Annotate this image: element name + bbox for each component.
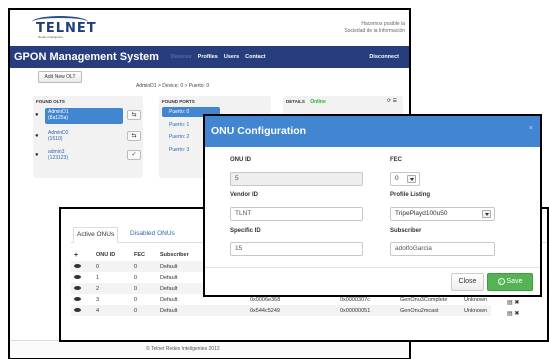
cell-onu-id: 1	[96, 274, 100, 281]
header: TELNET Redes Inteligentes Hacemos posibl…	[10, 10, 409, 46]
save-button[interactable]: ✓ Save	[487, 273, 533, 291]
tab-disabled-onus[interactable]: Disabled ONUs	[127, 227, 178, 243]
nav-contact[interactable]: Contact	[245, 54, 265, 60]
add-olt-button[interactable]: Add New OLT	[38, 71, 82, 83]
cell-fec: 0	[134, 296, 138, 303]
olt-item[interactable]: admin3 (123123)	[45, 148, 123, 164]
chevron-down-icon	[407, 175, 416, 183]
disconnect-link[interactable]: Disconnect	[369, 54, 399, 60]
online-status: Online	[310, 99, 326, 105]
specific-id-label: Specific ID	[230, 228, 261, 234]
olt-row[interactable]: ● admin3 (123123) ✓	[33, 146, 143, 166]
check-circle-icon: ✓	[497, 278, 505, 285]
nav-users[interactable]: Users	[224, 54, 239, 60]
specific-id-field[interactable]: 15	[230, 242, 363, 256]
onu-id-label: ONU ID	[230, 157, 251, 163]
profile-listing-label: Profile Listing	[390, 192, 431, 198]
save-button-label: Save	[506, 278, 523, 285]
close-button[interactable]: Close	[451, 273, 484, 291]
close-icon[interactable]: ×	[529, 125, 533, 132]
table-row[interactable]: 4 0 Default 0x544c5249 0x00000051 GenOnu…	[71, 305, 491, 316]
details-title: DETAILS	[286, 99, 305, 104]
cell-fec: 0	[131, 305, 157, 316]
eye-icon[interactable]: ●	[35, 112, 39, 118]
olt-item[interactable]: AdminD2 (1510)	[45, 129, 123, 145]
onu-configuration-modal: ONU Configuration × ONU ID 5 FEC 0 Vendo…	[203, 114, 542, 297]
footer-text: © Telnet Redes Inteligentes 2012	[146, 346, 220, 352]
olt-id: (1510)	[48, 136, 63, 142]
chevron-down-icon	[482, 210, 491, 218]
header-tagline-line2: Sociedad de la Información	[344, 28, 405, 34]
link-icon[interactable]: ⇆	[127, 110, 141, 120]
found-olts-title: FOUND OLTS	[36, 99, 65, 104]
cell-fec: 0	[131, 283, 157, 294]
subscriber-label: Subscriber	[390, 228, 422, 234]
eye-icon[interactable]	[74, 297, 81, 302]
edit-icon[interactable]: ▤	[507, 300, 513, 306]
cell-vendor-specific: 0x00000051	[337, 305, 397, 316]
cell-subscriber: Default	[157, 305, 247, 316]
refresh-icon[interactable]: ⟳	[387, 98, 391, 104]
subscriber-field[interactable]: adolfoGarcia	[390, 242, 495, 256]
check-icon[interactable]: ✓	[127, 150, 141, 160]
fec-select[interactable]: 0	[390, 172, 420, 186]
nav-profiles[interactable]: Profiles	[198, 54, 218, 60]
eye-icon[interactable]: ●	[35, 133, 39, 139]
row-actions: ▤ ✖	[507, 310, 519, 317]
modal-header: ONU Configuration ×	[205, 116, 540, 147]
olt-row[interactable]: ● AdminD2 (1510) ⇆	[33, 127, 143, 147]
delete-icon[interactable]: ✖	[514, 300, 519, 306]
fec-label: FEC	[390, 157, 402, 163]
cell-onu-id: 0	[93, 261, 131, 272]
header-tagline-line1: Hacemos posible la	[361, 21, 405, 27]
app-title: GPON Management System	[14, 51, 159, 63]
nav-devices[interactable]: Devices	[171, 54, 192, 60]
cell-state: Unknown	[461, 305, 491, 316]
eye-icon[interactable]	[74, 286, 81, 291]
onu-id-field[interactable]: 5	[230, 172, 363, 186]
edit-icon[interactable]: ▤	[507, 311, 513, 317]
eye-icon[interactable]	[74, 308, 81, 313]
add-column-icon[interactable]: +	[71, 249, 93, 261]
olt-row[interactable]: ● AdminD1 (8a125a) ⇆	[33, 106, 143, 126]
footer: © Telnet Redes Inteligentes 2012	[10, 340, 409, 358]
eye-icon[interactable]	[74, 264, 81, 269]
link-icon[interactable]: ⇆	[127, 131, 141, 141]
logo-tagline: Redes Inteligentes	[38, 35, 63, 39]
header-tagline: Hacemos posible la Sociedad de la Inform…	[344, 21, 405, 35]
cell-fec: 0	[134, 274, 138, 281]
breadcrumb: AdminD1 > Device: 0 > Puerto: 0	[136, 83, 210, 89]
profile-listing-value: TripePlayd100u50	[395, 210, 448, 217]
profile-listing-select[interactable]: TripePlayd100u50	[390, 207, 495, 221]
details-actions: ⟳ ☰	[387, 98, 397, 104]
found-ports-title: FOUND PORTS	[162, 99, 195, 104]
fec-select-value: 0	[395, 175, 399, 182]
cell-profile: GenOnu2mcast	[397, 305, 461, 316]
column-fec: FEC	[134, 252, 145, 258]
delete-icon[interactable]: ✖	[514, 311, 519, 317]
eye-icon[interactable]	[74, 275, 81, 280]
column-onu-id: ONU ID	[96, 252, 116, 258]
modal-divider	[205, 267, 540, 268]
logo-text: TELNET	[36, 21, 97, 36]
row-actions: ▤ ✖	[507, 299, 519, 306]
cell-onu-id: 2	[93, 283, 131, 294]
cell-serial: 0x544c5249	[247, 305, 337, 316]
vendor-id-field[interactable]: TLNT	[230, 207, 363, 221]
olt-item[interactable]: AdminD1 (8a125a)	[45, 108, 123, 124]
list-icon[interactable]: ☰	[393, 98, 397, 104]
eye-icon[interactable]: ●	[35, 152, 39, 158]
cell-fec: 0	[131, 261, 157, 272]
tab-active-onus[interactable]: Active ONUs	[73, 227, 119, 243]
cell-onu-id: 3	[96, 296, 100, 303]
found-olts-panel: FOUND OLTS ● AdminD1 (8a125a) ⇆ ● AdminD…	[33, 96, 143, 178]
navbar: GPON Management System Devices Profiles …	[10, 46, 409, 68]
olt-id: (123123)	[48, 155, 69, 161]
cell-onu-id: 4	[93, 305, 131, 316]
olt-id: (8a125a)	[48, 115, 69, 121]
telnet-logo[interactable]: TELNET Redes Inteligentes	[32, 16, 96, 42]
modal-title: ONU Configuration	[211, 125, 307, 137]
vendor-id-label: Vendor ID	[230, 192, 259, 198]
details-header: DETAILS Online	[283, 96, 403, 105]
